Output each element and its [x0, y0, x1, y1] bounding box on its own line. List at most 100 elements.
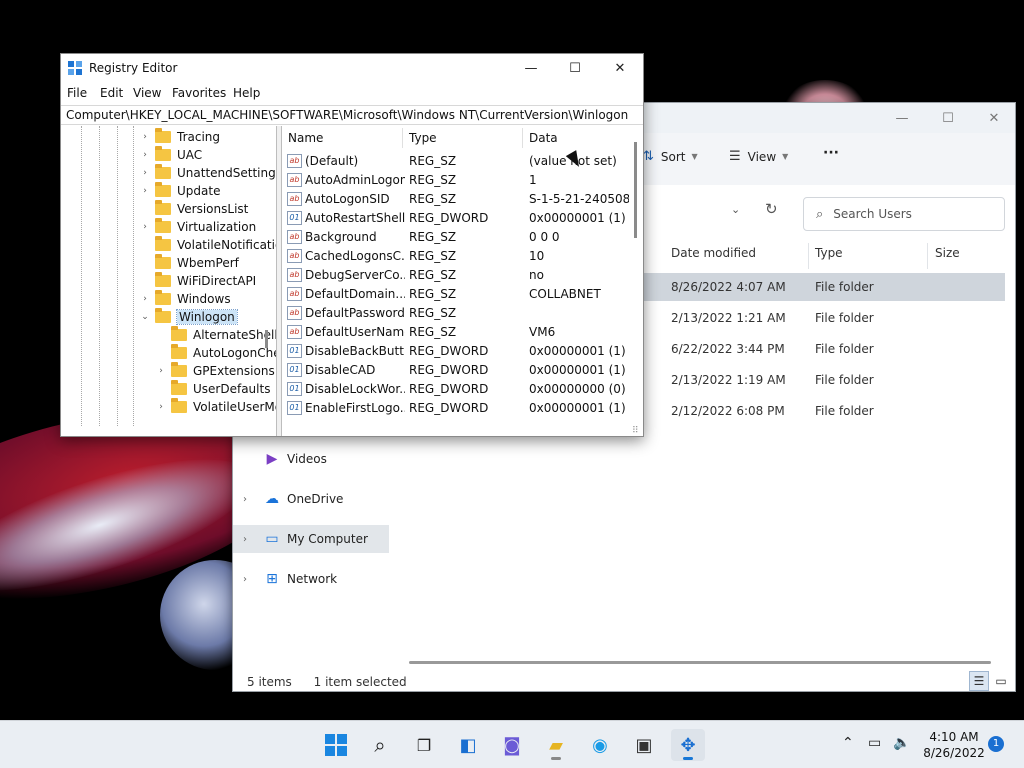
- chevron-down-icon[interactable]: ⌄: [139, 312, 151, 322]
- tree-node[interactable]: VersionsList: [139, 200, 248, 218]
- chevron-right-icon[interactable]: ›: [155, 366, 167, 376]
- tree-node[interactable]: › Update: [139, 182, 220, 200]
- tree-node[interactable]: WbemPerf: [139, 254, 239, 272]
- tree-node[interactable]: › Windows: [139, 290, 231, 308]
- menu-view[interactable]: View: [133, 86, 161, 100]
- value-row[interactable]: ab Background REG_SZ 0 0 0: [282, 228, 643, 247]
- chevron-right-icon[interactable]: ›: [139, 294, 151, 304]
- vertical-scrollbar[interactable]: [265, 330, 268, 348]
- value-row[interactable]: ab (Default) REG_SZ (value not set): [282, 152, 643, 171]
- tree-node[interactable]: WiFiDirectAPI: [139, 272, 256, 290]
- column-name[interactable]: Name: [282, 126, 323, 150]
- value-row[interactable]: ab CachedLogonsC... REG_SZ 10: [282, 247, 643, 266]
- minimize-button[interactable]: —: [509, 57, 553, 79]
- value-row[interactable]: 01 DisableLockWor... REG_DWORD 0x00000000 (…: [282, 380, 643, 399]
- chevron-right-icon[interactable]: ›: [243, 494, 257, 505]
- folder-icon: [171, 398, 187, 413]
- file-explorer-icon[interactable]: ▰: [539, 729, 573, 761]
- column-type[interactable]: Type: [815, 246, 843, 266]
- view-button[interactable]: ☰ View ▼: [729, 149, 788, 164]
- search-icon[interactable]: ⌕: [363, 729, 397, 761]
- menu-file[interactable]: File: [67, 86, 87, 100]
- value-row[interactable]: abAutoLogonSIDREG_SZS-1-5-21-24050806: [282, 190, 643, 209]
- nav-item-my-computer[interactable]: › ▭ My Computer: [233, 525, 389, 553]
- close-button[interactable]: ✕: [598, 57, 642, 79]
- tiles-view-icon[interactable]: ▭: [991, 671, 1011, 691]
- value-row[interactable]: 01 DisableBackButt... REG_DWORD 0x00000001 …: [282, 342, 643, 361]
- column-type[interactable]: Type: [403, 126, 437, 150]
- chevron-right-icon[interactable]: ›: [139, 132, 151, 142]
- nav-item-onedrive[interactable]: › ☁ OneDrive: [233, 485, 389, 513]
- tree-node-winlogon[interactable]: ⌄ Winlogon: [139, 308, 238, 326]
- search-input[interactable]: ⌕ Search Users: [803, 197, 1005, 231]
- tree-node[interactable]: › UnattendSettings: [139, 164, 276, 182]
- value-row[interactable]: 01 EnableFirstLogo... REG_DWORD 0x00000001 …: [282, 399, 643, 418]
- close-button[interactable]: ✕: [971, 103, 1015, 133]
- clock-time: 4:10 AM: [929, 730, 979, 744]
- notification-badge[interactable]: 1: [988, 736, 1004, 752]
- registry-editor-taskbar-icon[interactable]: ✥: [671, 729, 705, 761]
- vertical-scrollbar[interactable]: [634, 142, 637, 238]
- chevron-right-icon[interactable]: ›: [139, 222, 151, 232]
- details-view-icon[interactable]: ☰: [969, 671, 989, 691]
- tree-node[interactable]: › UAC: [139, 146, 202, 164]
- chevron-right-icon[interactable]: ›: [139, 150, 151, 160]
- value-row[interactable]: ab AutoAdminLogon REG_SZ 1: [282, 171, 643, 190]
- tree-node[interactable]: AlternateShells: [155, 326, 276, 344]
- column-size[interactable]: Size: [935, 246, 960, 266]
- tree-node[interactable]: VolatileNotifications: [139, 236, 276, 254]
- network-status-icon[interactable]: ▭: [868, 735, 881, 751]
- more-options-button[interactable]: ···: [823, 145, 839, 161]
- sort-icon: ⇅: [643, 149, 654, 164]
- chevron-right-icon[interactable]: ›: [155, 402, 167, 412]
- tree-node[interactable]: › Virtualization: [139, 218, 256, 236]
- address-path[interactable]: Computer\HKEY_LOCAL_MACHINE\SOFTWARE\Mic…: [61, 105, 643, 125]
- volume-icon[interactable]: 🔈: [893, 735, 910, 751]
- folder-icon: [155, 182, 171, 197]
- column-separator[interactable]: [808, 243, 809, 269]
- row-date: 2/13/2022 1:21 AM: [671, 311, 786, 325]
- maximize-button[interactable]: ☐: [553, 57, 597, 79]
- value-row[interactable]: 01 AutoRestartShell REG_DWORD 0x00000001 (1…: [282, 209, 643, 228]
- value-row[interactable]: ab DefaultUserName REG_SZ VM6: [282, 323, 643, 342]
- tree-node[interactable]: › Tracing: [139, 128, 220, 146]
- start-button[interactable]: [319, 729, 353, 761]
- store-icon[interactable]: ▣: [627, 729, 661, 761]
- menu-edit[interactable]: Edit: [100, 86, 123, 100]
- horizontal-scrollbar[interactable]: [409, 661, 991, 664]
- chevron-right-icon[interactable]: ›: [243, 574, 257, 585]
- chevron-right-icon[interactable]: ›: [139, 186, 151, 196]
- nav-item-network[interactable]: › ⊞ Network: [233, 565, 389, 593]
- tree-node[interactable]: UserDefaults: [155, 380, 270, 398]
- value-row[interactable]: ab DefaultPassword REG_SZ: [282, 304, 643, 323]
- chevron-right-icon[interactable]: ›: [139, 168, 151, 178]
- value-row[interactable]: ab DefaultDomain... REG_SZ COLLABNET: [282, 285, 643, 304]
- tree-node[interactable]: ›VolatileUserMgrKey: [155, 398, 276, 416]
- chevron-down-icon: ▼: [691, 152, 698, 161]
- tree-node[interactable]: AutoLogonChecked: [155, 344, 276, 362]
- value-row[interactable]: ab DebugServerCo... REG_SZ no: [282, 266, 643, 285]
- edge-browser-icon[interactable]: ◉: [583, 729, 617, 761]
- clock-date: 8/26/2022: [923, 746, 985, 760]
- menu-favorites[interactable]: Favorites: [172, 86, 226, 100]
- resize-grip-icon[interactable]: ⠿: [632, 426, 639, 436]
- clock[interactable]: 4:10 AM 8/26/2022: [922, 729, 986, 761]
- refresh-icon[interactable]: ↻: [765, 200, 778, 218]
- task-view-icon[interactable]: ❐: [407, 729, 441, 761]
- column-date-modified[interactable]: Date modified: [671, 246, 756, 266]
- value-row[interactable]: 01 DisableCAD REG_DWORD 0x00000001 (1): [282, 361, 643, 380]
- column-separator[interactable]: [927, 243, 928, 269]
- widgets-icon[interactable]: ◧: [451, 729, 485, 761]
- maximize-button[interactable]: ☐: [925, 103, 971, 133]
- chevron-down-icon[interactable]: ⌄: [731, 203, 740, 216]
- menu-help[interactable]: Help: [233, 86, 260, 100]
- minimize-button[interactable]: —: [879, 103, 925, 133]
- chevron-right-icon[interactable]: ›: [243, 534, 257, 545]
- chevron-up-icon[interactable]: ⌃: [842, 735, 854, 751]
- column-data[interactable]: Data: [523, 126, 558, 150]
- tree-node[interactable]: › GPExtensions: [155, 362, 275, 380]
- folder-icon: [155, 308, 171, 323]
- nav-item-videos[interactable]: ▶ Videos: [233, 445, 389, 473]
- sort-button[interactable]: ⇅ Sort ▼: [643, 149, 698, 164]
- chat-icon[interactable]: ◙: [495, 729, 529, 761]
